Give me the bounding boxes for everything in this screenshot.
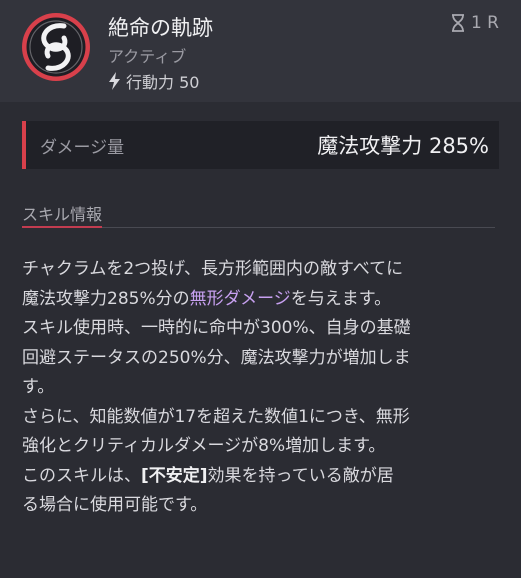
description-text: 効果を持っている敵が居 [207,465,394,486]
description-text: 魔法攻撃力285%分の [22,288,190,309]
description-line: さらに、知能数値が17を超えた数値1につき、無形 [22,406,410,427]
damage-value: 魔法攻撃力 285% [317,134,489,158]
description-line: す。 [22,377,55,397]
skill-type: アクティブ [108,47,187,66]
section-title: スキル情報 [22,205,103,224]
hourglass-icon [451,14,464,32]
description-line: 回避ステータスの250%分、魔法攻撃力が増加しま [22,347,411,368]
damage-row: ダメージ量 魔法攻撃力 285% [22,121,499,169]
description-text: を与えます。 [290,288,392,309]
description-line: このスキルは、[不安定]効果を持っている敵が居 [22,462,502,492]
description-line: 魔法攻撃力285%分の無形ダメージを与えます。 [22,285,502,315]
cooldown: 1 R [451,13,499,33]
cooldown-text: 1 R [470,13,499,33]
section-divider-accent [22,226,102,228]
lightning-bolt-icon [109,72,120,90]
skill-header: 絶命の軌跡 アクティブ 行動力 50 1 R [0,0,521,102]
skill-description: チャクラムを2つ投げ、長方形範囲内の敵すべてに 魔法攻撃力285%分の無形ダメー… [22,255,502,521]
action-cost-text: 行動力 50 [126,73,200,92]
chakram-swirl-icon [22,13,90,81]
description-line: る場合に使用可能です。 [22,495,208,515]
description-text: このスキルは、 [22,465,141,486]
description-line: スキル使用時、一時的に命中が300%、自身の基礎 [22,318,411,338]
description-line: チャクラムを2つ投げ、長方形範囲内の敵すべてに [22,259,404,279]
action-cost: 行動力 50 [108,70,199,92]
damage-label: ダメージ量 [40,138,125,158]
status-keyword: [不安定] [141,465,208,486]
skill-name: 絶命の軌跡 [108,16,213,40]
description-line: 強化とクリティカルダメージが8%増加します。 [22,436,386,456]
damage-type-highlight: 無形ダメージ [189,288,291,309]
damage-accent-bar [22,121,26,169]
